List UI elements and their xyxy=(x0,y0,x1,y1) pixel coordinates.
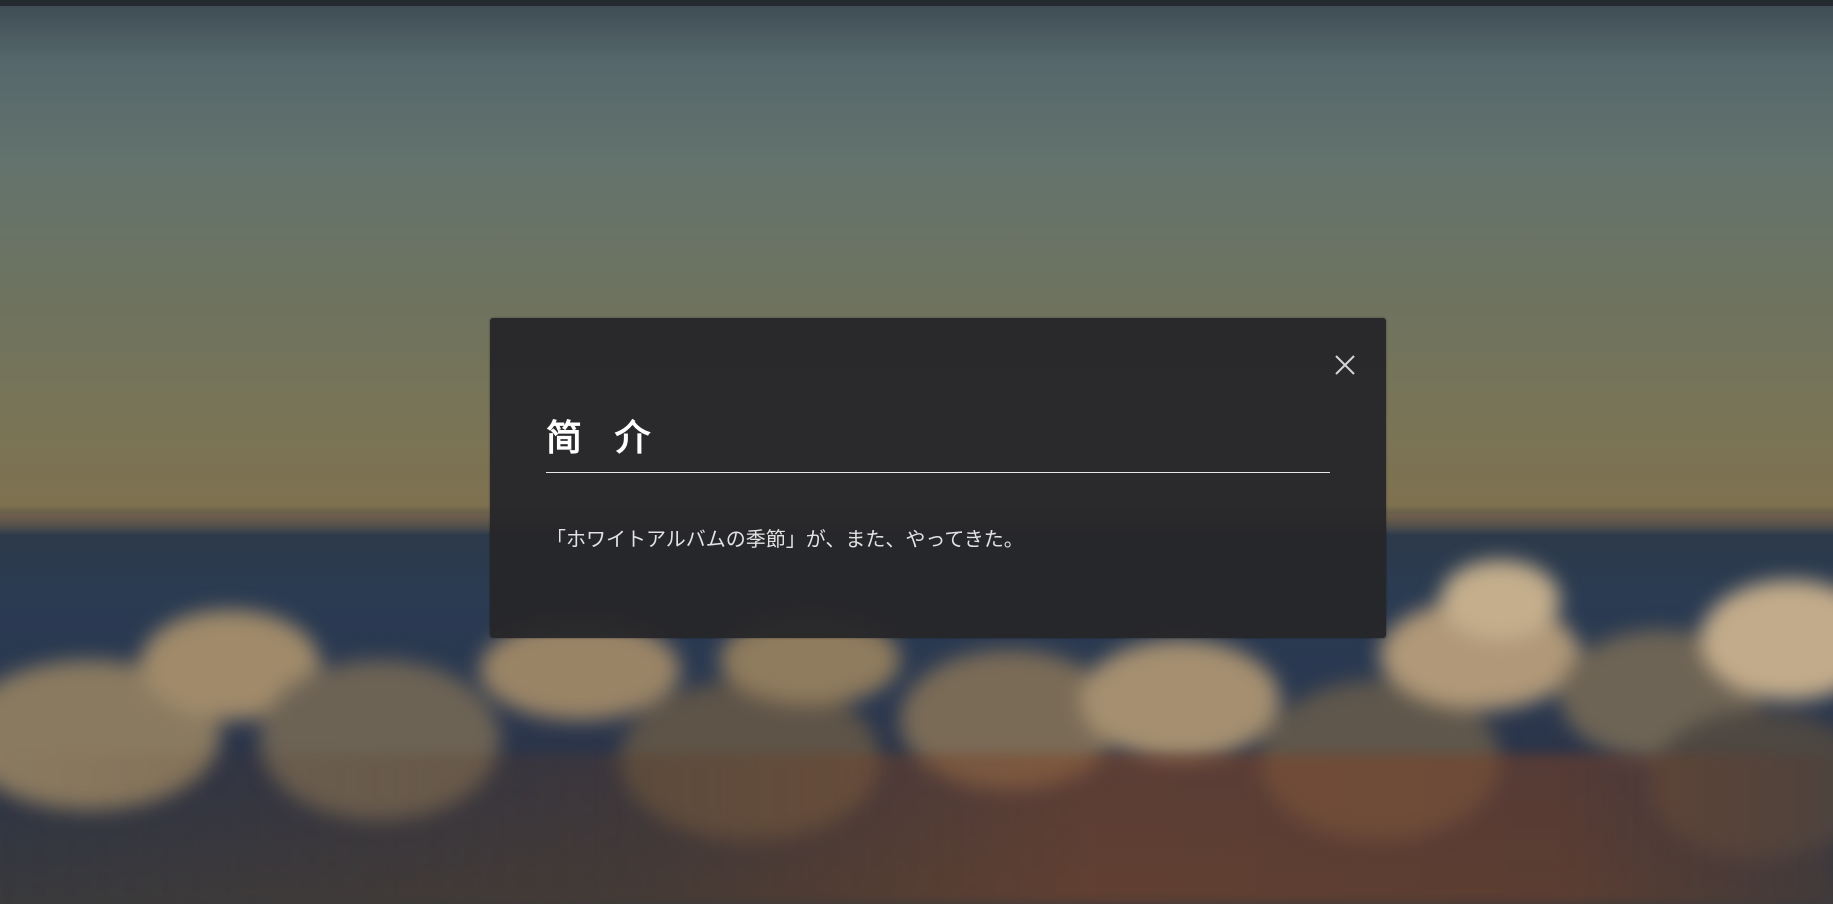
top-edge-shadow xyxy=(0,0,1833,6)
blurred-grass xyxy=(0,754,1833,904)
modal-description: 「ホワイトアルバムの季節」が、また、やってきた。 xyxy=(546,527,1024,551)
intro-modal: 简 介 「ホワイトアルバムの季節」が、また、やってきた。 xyxy=(490,318,1386,638)
rock xyxy=(1080,640,1280,760)
modal-title: 简 介 xyxy=(546,418,1330,473)
rock xyxy=(1440,560,1560,640)
close-icon[interactable] xyxy=(1330,350,1360,380)
close-button[interactable] xyxy=(1330,350,1360,380)
